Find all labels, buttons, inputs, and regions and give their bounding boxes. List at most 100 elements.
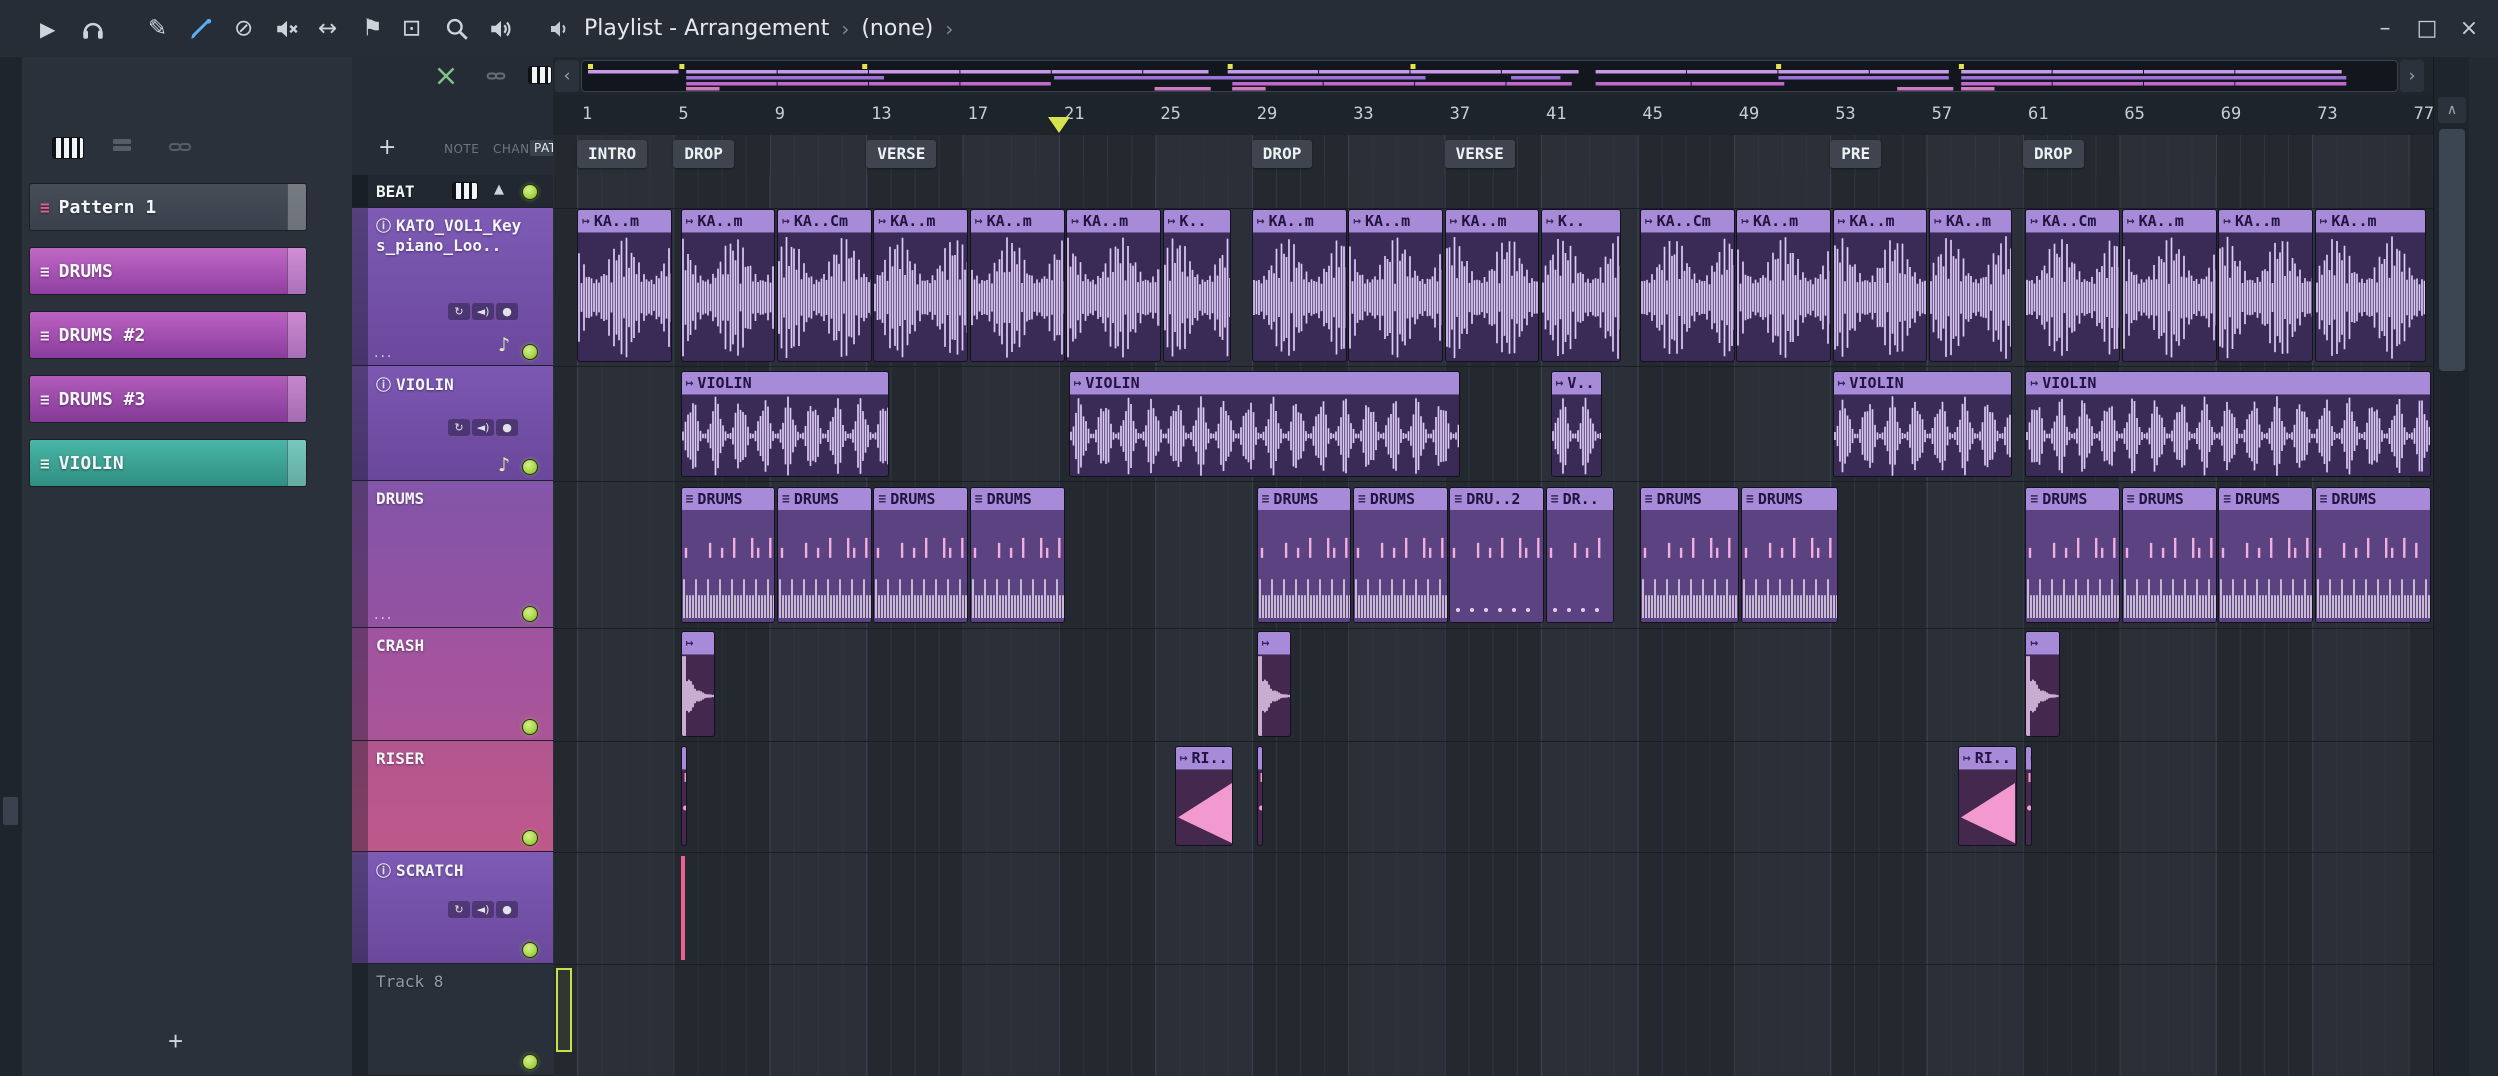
track-led[interactable]	[522, 719, 538, 735]
violin-clip[interactable]: ↦ VIOLIN	[1832, 371, 2012, 477]
scrollbar-thumb[interactable]	[2439, 129, 2465, 371]
dot-button[interactable]: ●	[496, 303, 518, 320]
track-led[interactable]	[522, 830, 538, 846]
arrangement-marker[interactable]: PRE	[1830, 140, 1882, 168]
beat-clip[interactable]: ↦ K..	[1541, 209, 1622, 362]
crash-clip[interactable]: ↦	[2025, 631, 2061, 737]
playhead-marker[interactable]	[1048, 117, 1070, 133]
beat-clip[interactable]: ↦ KA..m	[1736, 209, 1832, 362]
link-icon[interactable]	[168, 135, 192, 159]
track-led[interactable]	[522, 606, 538, 622]
headphones-icon[interactable]	[80, 16, 106, 42]
track-header-violin[interactable]: ⓘ VIOLIN ↻ ◄) ● ♪	[352, 366, 553, 481]
scratch-clip[interactable]	[680, 856, 685, 960]
beat-clip[interactable]: ↦ KA..Cm	[2025, 209, 2121, 362]
beat-clip[interactable]: ↦ KA..m	[2121, 209, 2217, 362]
beat-clip[interactable]: ↦ KA..m	[1066, 209, 1162, 362]
riser-clip[interactable]: ↦ RI..	[1957, 746, 2017, 846]
violin-clip[interactable]: ↦ VIOLIN	[2025, 371, 2432, 477]
beat-clip[interactable]: ↦ KA..Cm	[1639, 209, 1735, 362]
riser-clip[interactable]: ↦	[2025, 746, 2033, 846]
speaker-button[interactable]: ◄)	[472, 419, 494, 436]
riser-clip[interactable]: ↦	[1256, 746, 1264, 846]
magnifier-icon[interactable]	[444, 16, 470, 42]
beat-clip[interactable]: ↦ KA..m	[2314, 209, 2427, 362]
violin-clip[interactable]: ↦ V..	[1550, 371, 1603, 477]
close-button[interactable]: ×	[2450, 0, 2488, 57]
playlist-grid[interactable]: ↦ KA..m ↦ KA..m ↦ KA..Cm ↦ KA..m ↦ KA..m ↦ KA..m ↦ K.…	[553, 175, 2433, 1076]
beat-clip[interactable]: ↦ KA..m	[680, 209, 776, 362]
riser-clip[interactable]: ↦ RI..	[1174, 746, 1234, 846]
pencil-tool-icon[interactable]: ✎	[148, 17, 167, 40]
drums-clip[interactable]: ≡ DRUMS	[873, 487, 969, 623]
track-led[interactable]	[522, 942, 538, 958]
drums-clip[interactable]: ≡ DRUMS	[777, 487, 872, 623]
beat-clip[interactable]: ↦ K..	[1162, 209, 1231, 362]
drums-clip[interactable]: ≡ DRUMS	[680, 487, 776, 623]
drums-clip[interactable]: ≡ DRUMS	[1353, 487, 1448, 623]
mute-tool-icon[interactable]: ⊘	[234, 17, 253, 40]
channel-rack-icon[interactable]	[110, 135, 134, 159]
channel-info-icon[interactable]: ⓘ	[376, 217, 391, 235]
piano-icon[interactable]	[452, 182, 478, 200]
add-pattern-button[interactable]: +	[162, 1025, 189, 1058]
beat-clip[interactable]: ↦ KA..m	[1348, 209, 1444, 362]
zoom-select-tool-icon[interactable]: ⊡	[402, 17, 421, 40]
song-overview[interactable]	[581, 60, 2398, 92]
riser-clip[interactable]: ↦	[680, 746, 688, 846]
track-header-track8[interactable]: Track 8	[352, 964, 553, 1076]
loop-button[interactable]: ↻	[448, 303, 470, 320]
drums-clip[interactable]: ≡ DRUMS	[2218, 487, 2314, 623]
play-icon[interactable]: ▶	[40, 19, 55, 39]
beat-clip[interactable]: ↦ KA..m	[577, 209, 672, 362]
resize-grip[interactable]: ...	[374, 345, 393, 361]
add-track-button[interactable]: +	[378, 135, 396, 160]
piano-icon[interactable]	[528, 66, 552, 84]
violin-clip[interactable]: ↦ VIOLIN	[680, 371, 889, 477]
preview-speaker-icon[interactable]	[488, 16, 514, 42]
track-led[interactable]	[522, 184, 538, 200]
crash-clip[interactable]: ↦	[680, 631, 716, 737]
timeline-ruler[interactable]: 1 5 9 13 17 21 25 29 33 37 41 45 49 53 57 61 65 69 73 77	[553, 95, 2433, 136]
arrangement-marker[interactable]: VERSE	[1444, 140, 1515, 168]
beat-clip[interactable]: ↦ KA..m	[2218, 209, 2314, 362]
beat-clip[interactable]: ↦ KA..m	[1832, 209, 1928, 362]
drums-clip[interactable]: ≡ DRU..2	[1449, 487, 1545, 623]
flag-tool-icon[interactable]: ⚑	[362, 17, 383, 40]
track-led[interactable]	[522, 1054, 538, 1070]
speaker-button[interactable]: ◄)	[472, 901, 494, 918]
minimize-button[interactable]: –	[2366, 0, 2404, 57]
track-header-riser[interactable]: RISER	[352, 741, 553, 852]
loop-button[interactable]: ↻	[448, 419, 470, 436]
scroll-right-button[interactable]: ›	[2400, 60, 2424, 92]
beat-clip[interactable]: ↦ KA..m	[969, 209, 1065, 362]
arrangement-marker[interactable]: VERSE	[866, 140, 937, 168]
paint-tool-icon[interactable]	[188, 16, 214, 42]
collapse-arrow-icon[interactable]: ▲	[494, 182, 504, 197]
resize-grip[interactable]: ...	[374, 607, 393, 623]
maximize-button[interactable]: □	[2408, 0, 2446, 57]
arrangement-marker[interactable]: DROP	[1251, 140, 1313, 168]
arrangement-marker[interactable]: INTRO	[577, 140, 648, 168]
track-header-drums[interactable]: DRUMS...	[352, 481, 553, 628]
crash-clip[interactable]: ↦	[1256, 631, 1292, 737]
drums-clip[interactable]: ≡ DRUMS	[1256, 487, 1352, 623]
scroll-left-button[interactable]: ‹	[555, 60, 579, 92]
loop-button[interactable]: ↻	[448, 901, 470, 918]
track-header-beat[interactable]: BEAT ▲	[352, 175, 553, 208]
drums-clip[interactable]: ≡ DR..	[1545, 487, 1615, 623]
track-header-kato[interactable]: ⓘ KATO_VOL1_Keys_piano_Loo.. ↻ ◄) ● ♪...	[352, 208, 553, 366]
channel-info-icon[interactable]: ⓘ	[376, 862, 391, 880]
playlist-overview-scrollbar[interactable]: ‹ ›	[553, 57, 2433, 95]
arrangement-marker[interactable]: DROP	[2023, 140, 2084, 168]
empty-clip-selection[interactable]	[556, 968, 572, 1052]
vertical-scrollbar[interactable]: ∧	[2433, 57, 2470, 1076]
panel-handle[interactable]	[3, 797, 18, 825]
arrangement-marker[interactable]: DROP	[673, 140, 734, 168]
channel-info-icon[interactable]: ⓘ	[376, 376, 391, 394]
track-led[interactable]	[522, 459, 538, 475]
dot-button[interactable]: ●	[496, 419, 518, 436]
piano-roll-icon[interactable]	[52, 137, 84, 159]
pattern-item[interactable]: ≡ VIOLIN	[29, 439, 307, 487]
pattern-item[interactable]: ≡ DRUMS	[29, 247, 307, 295]
